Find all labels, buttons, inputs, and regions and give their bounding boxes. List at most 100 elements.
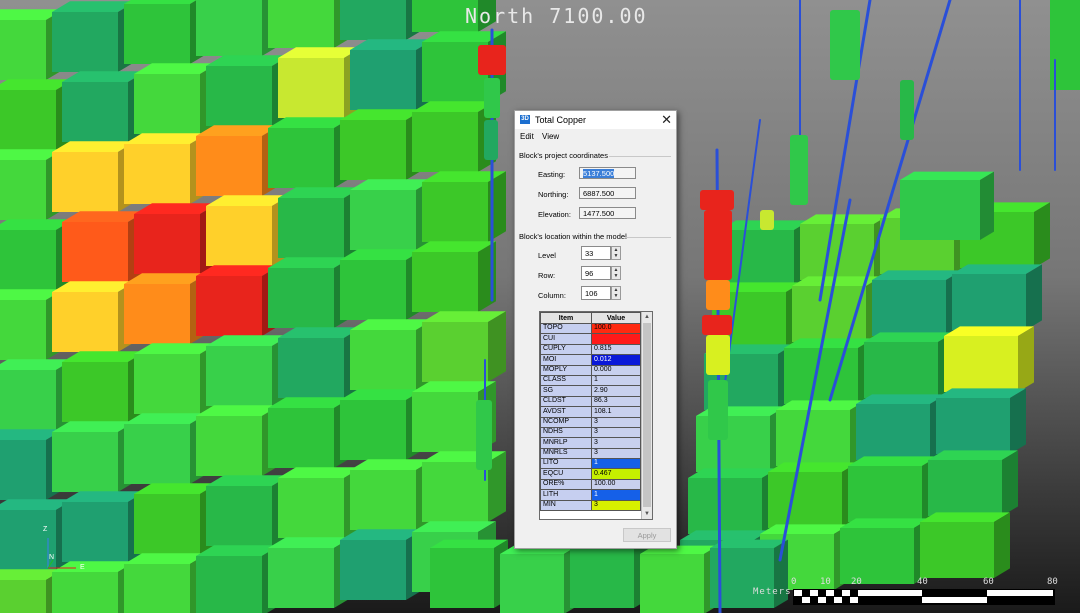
table-row[interactable]: NCOMP 3 <box>540 416 641 428</box>
value-cell: 1 <box>591 489 641 501</box>
drillhole-interval <box>478 45 506 75</box>
close-icon[interactable]: ✕ <box>661 112 672 128</box>
item-cell: SG <box>540 385 592 397</box>
dialog-title: Total Copper <box>535 115 587 125</box>
scale-tick: 10 <box>820 577 831 587</box>
table-row[interactable]: LITO 1 <box>540 458 641 470</box>
model-block <box>422 451 506 522</box>
scroll-up-icon[interactable]: ▲ <box>643 313 651 321</box>
model-block <box>848 456 938 522</box>
model-block <box>350 319 434 390</box>
item-cell: MIN <box>540 499 592 512</box>
northing-field[interactable]: 6887.500 <box>579 187 636 199</box>
model-block <box>196 405 280 476</box>
model-block <box>268 257 352 328</box>
scrollbar-thumb[interactable] <box>643 323 651 507</box>
model-block <box>52 141 136 212</box>
model-block <box>350 459 434 530</box>
model-block <box>52 281 136 352</box>
scale-bar-graphic <box>793 589 1055 605</box>
spin-down-icon[interactable]: ▼ <box>612 253 620 259</box>
model-block <box>872 270 962 336</box>
value-cell: 100.00 <box>591 478 641 491</box>
drillhole-interval <box>790 135 808 205</box>
table-row[interactable]: MIN 3 <box>540 499 641 512</box>
item-cell: TOPO <box>540 322 592 335</box>
model-block <box>340 529 424 600</box>
item-cell: EQCU <box>540 468 592 480</box>
table-scrollbar[interactable]: ▲ ▼ <box>641 312 652 519</box>
model-block <box>776 400 866 466</box>
model-block <box>784 338 874 404</box>
column-header-item[interactable]: Item <box>540 312 592 324</box>
table-row[interactable]: TOPO 100.0 <box>540 322 641 335</box>
value-cell: 3 <box>591 437 641 449</box>
menu-edit[interactable]: Edit <box>520 132 534 141</box>
value-cell: 3 <box>591 447 641 460</box>
model-block <box>570 539 648 608</box>
scale-tick: 0 <box>791 577 797 587</box>
model-block <box>52 1 136 73</box>
table-row[interactable]: MNRLS 3 <box>540 447 641 460</box>
table-row[interactable]: EQCU 0.467 <box>540 468 641 480</box>
menu-view[interactable]: View <box>542 132 559 141</box>
column-spinner[interactable]: ▲ ▼ <box>611 286 621 300</box>
item-cell: AVDST <box>540 406 592 418</box>
model-block <box>936 388 1026 454</box>
row-spinner[interactable]: ▲ ▼ <box>611 266 621 280</box>
model-block <box>52 421 136 492</box>
model-block <box>134 203 218 274</box>
drillhole-interval <box>484 120 498 160</box>
model-block <box>196 0 280 56</box>
level-input[interactable]: 33 <box>581 246 611 260</box>
scroll-down-icon[interactable]: ▼ <box>643 510 651 518</box>
table-row[interactable]: MOI 0.012 <box>540 354 641 366</box>
drillhole-interval <box>704 210 732 280</box>
table-row[interactable]: CLDST 86.3 <box>540 395 641 408</box>
table-row[interactable]: MOPLY 0.000 <box>540 364 641 376</box>
table-row[interactable]: ORE% 100.00 <box>540 478 641 491</box>
table-row[interactable]: CLASS 1 <box>540 374 641 387</box>
spin-down-icon[interactable]: ▼ <box>612 293 620 299</box>
apply-button[interactable]: Apply <box>623 528 671 542</box>
scale-tick: 60 <box>983 577 994 587</box>
app-3d-icon: 3D <box>520 115 530 124</box>
table-row[interactable]: NDHS 3 <box>540 426 641 439</box>
spin-down-icon[interactable]: ▼ <box>612 273 620 279</box>
section-label: North 7100.00 <box>465 4 648 28</box>
table-row[interactable]: CUPLY 0.815 <box>540 343 641 356</box>
table-row[interactable]: CUI 0.600 <box>540 333 641 345</box>
column-input[interactable]: 106 <box>581 286 611 300</box>
model-block <box>268 537 352 608</box>
value-cell: 0.012 <box>591 354 641 366</box>
model-block <box>856 394 946 460</box>
value-cell: 0.815 <box>591 343 641 356</box>
column-header-value[interactable]: Value <box>591 312 641 324</box>
model-block <box>124 413 208 484</box>
value-cell: 3 <box>591 499 641 512</box>
row-input[interactable]: 96 <box>581 266 611 280</box>
table-row[interactable]: LITH 1 <box>540 489 641 501</box>
drillhole-interval <box>484 78 500 118</box>
level-spinner[interactable]: ▲ ▼ <box>611 246 621 260</box>
model-block <box>944 326 1034 392</box>
table-row[interactable]: AVDST 108.1 <box>540 406 641 418</box>
drillhole-interval <box>706 280 730 310</box>
item-cell: LITH <box>540 489 592 501</box>
dialog-titlebar[interactable]: 3D Total Copper ✕ <box>515 111 676 129</box>
model-block <box>640 545 718 613</box>
table-row[interactable]: MNRLP 3 <box>540 437 641 449</box>
drillhole-interval <box>706 335 730 375</box>
model-block <box>430 539 508 608</box>
item-cell: MOPLY <box>540 364 592 376</box>
model-block <box>124 133 208 204</box>
drillhole-interval <box>708 380 728 440</box>
easting-field[interactable]: 5137.500 <box>579 167 636 179</box>
scale-bar-label: Meters <box>753 587 792 597</box>
elevation-field[interactable]: 1477.500 <box>579 207 636 219</box>
model-block <box>134 343 218 414</box>
model-block <box>720 220 810 286</box>
table-row[interactable]: SG 2.90 <box>540 385 641 397</box>
scale-tick: 20 <box>851 577 862 587</box>
model-block <box>340 109 424 180</box>
